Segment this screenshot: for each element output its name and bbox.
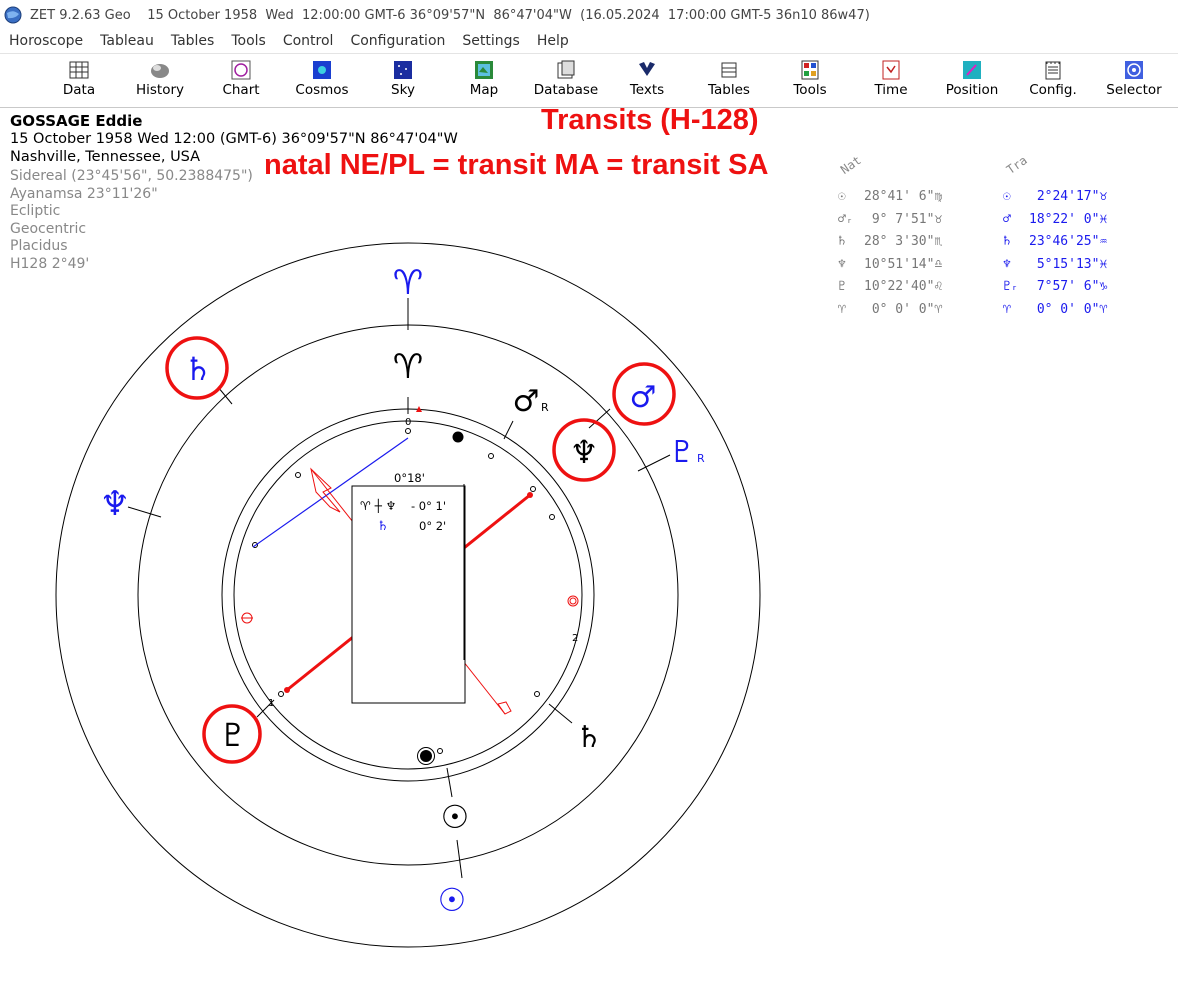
transit-sun-dot bbox=[418, 748, 434, 764]
label-two: 2 bbox=[572, 633, 578, 644]
box-row-2-glyph: ♄ bbox=[377, 519, 389, 534]
transit-sun-glyph: ☉ bbox=[438, 881, 467, 919]
natal-aries-point-glyph: ♈ bbox=[393, 347, 423, 387]
box-row-2-value: 0° 2' bbox=[419, 519, 446, 533]
natal-sun-dot bbox=[452, 431, 464, 443]
box-header: 0°18' bbox=[394, 471, 425, 485]
box-row-1-glyphs: ♈ ┼ ♆ bbox=[360, 498, 396, 513]
transit-mars-glyph: ♂ bbox=[630, 380, 657, 415]
natal-sun-glyph: ☉ bbox=[441, 798, 470, 836]
transit-aries-point-glyph: ♈ bbox=[393, 263, 423, 303]
midpoint-box bbox=[351, 485, 466, 704]
harmonic-dial[interactable]: 0°18' ♈ ┼ ♆ - 0° 1' ♄ 0° 2' 0 1 2 ♈ ♄ ♆ … bbox=[0, 0, 1178, 997]
transit-pluto-retro: R bbox=[697, 452, 705, 465]
label-zero: 0 bbox=[405, 417, 411, 428]
label-one: 1 bbox=[268, 698, 274, 709]
natal-neptune-glyph: ♆ bbox=[570, 433, 599, 471]
natal-mars-glyph: ♂ bbox=[513, 384, 540, 419]
natal-mars-retro: R bbox=[541, 401, 549, 414]
transit-neptune-glyph: ♆ bbox=[100, 484, 130, 524]
box-row-1-value: - 0° 1' bbox=[411, 499, 446, 513]
natal-pluto-glyph: ♇ bbox=[219, 716, 248, 754]
transit-pluto-glyph: ♇ bbox=[669, 435, 696, 470]
natal-saturn-glyph: ♄ bbox=[576, 720, 603, 755]
transit-saturn-glyph: ♄ bbox=[184, 350, 213, 388]
